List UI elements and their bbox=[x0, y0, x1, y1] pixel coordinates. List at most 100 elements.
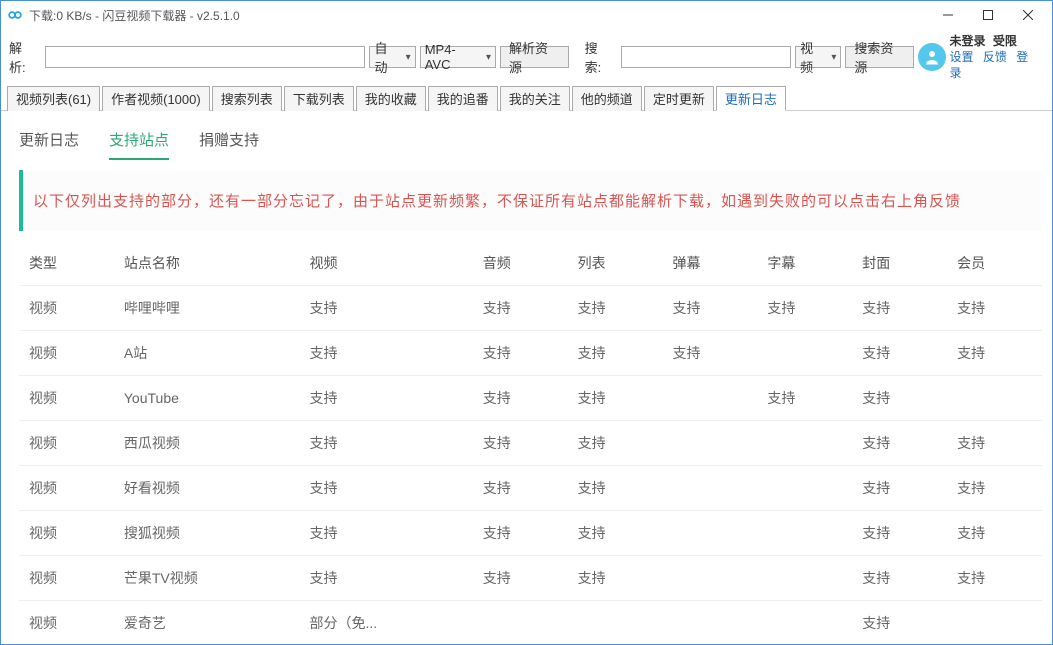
table-cell bbox=[662, 376, 757, 421]
window-title: 下载:0 KB/s - 闪豆视频下载器 - v2.5.1.0 bbox=[29, 7, 928, 24]
sub-tab[interactable]: 更新日志 bbox=[19, 129, 79, 160]
main-tab[interactable]: 更新日志 bbox=[716, 86, 786, 111]
table-cell: 视频 bbox=[19, 331, 114, 376]
main-tab[interactable]: 下载列表 bbox=[284, 86, 354, 111]
main-tabs: 视频列表(61)作者视频(1000)搜索列表下载列表我的收藏我的追番我的关注他的… bbox=[1, 85, 1052, 111]
sub-tabs: 更新日志支持站点捐赠支持 bbox=[19, 125, 1042, 170]
table-cell: 视频 bbox=[19, 556, 114, 601]
main-tab[interactable]: 我的收藏 bbox=[356, 86, 426, 111]
table-cell: 支持 bbox=[568, 466, 663, 511]
app-icon bbox=[7, 7, 23, 23]
feedback-link[interactable]: 反馈 bbox=[983, 50, 1007, 64]
maximize-button[interactable] bbox=[968, 1, 1008, 29]
table-cell: 部分（免... bbox=[299, 601, 472, 645]
table-header: 会员 bbox=[947, 241, 1042, 286]
table-cell bbox=[757, 421, 852, 466]
table-header: 类型 bbox=[19, 241, 114, 286]
main-tab[interactable]: 定时更新 bbox=[644, 86, 714, 111]
parse-input[interactable] bbox=[45, 46, 365, 68]
login-status: 未登录 bbox=[950, 34, 986, 48]
table-cell: 支持 bbox=[947, 556, 1042, 601]
table-header: 音频 bbox=[473, 241, 568, 286]
chevron-down-icon: ▾ bbox=[406, 52, 411, 63]
table-cell: 支持 bbox=[473, 286, 568, 331]
table-cell: 西瓜视频 bbox=[114, 421, 300, 466]
table-cell: 支持 bbox=[473, 376, 568, 421]
sub-tab[interactable]: 支持站点 bbox=[109, 129, 169, 160]
minimize-button[interactable] bbox=[928, 1, 968, 29]
table-cell bbox=[757, 331, 852, 376]
table-cell: 支持 bbox=[852, 601, 947, 645]
sub-tab[interactable]: 捐赠支持 bbox=[199, 129, 259, 160]
table-cell: 视频 bbox=[19, 421, 114, 466]
table-cell bbox=[662, 556, 757, 601]
format-select[interactable]: MP4-AVC ▾ bbox=[420, 46, 496, 68]
table-cell bbox=[568, 601, 663, 645]
table-cell bbox=[757, 466, 852, 511]
content-area: 更新日志支持站点捐赠支持 以下仅列出支持的部分，还有一部分忘记了，由于站点更新频… bbox=[1, 111, 1052, 644]
chevron-down-icon: ▾ bbox=[486, 52, 491, 63]
user-avatar-icon[interactable] bbox=[918, 43, 945, 71]
table-cell bbox=[757, 556, 852, 601]
table-cell: 支持 bbox=[299, 286, 472, 331]
table-cell: 支持 bbox=[568, 376, 663, 421]
table-cell: 视频 bbox=[19, 466, 114, 511]
table-cell: 爱奇艺 bbox=[114, 601, 300, 645]
table-cell: YouTube bbox=[114, 376, 300, 421]
table-cell: 支持 bbox=[757, 286, 852, 331]
search-type-select[interactable]: 视频 ▾ bbox=[795, 46, 841, 68]
table-cell: 支持 bbox=[473, 556, 568, 601]
table-cell: 支持 bbox=[299, 556, 472, 601]
table-cell: 支持 bbox=[473, 511, 568, 556]
table-cell: 支持 bbox=[568, 421, 663, 466]
toolbar: 解 析: 自动 ▾ MP4-AVC ▾ 解析资源 搜 索: 视频 ▾ 搜索资源 … bbox=[1, 29, 1052, 85]
sites-table: 类型站点名称视频音频列表弹幕字幕封面会员 视频哔哩哔哩支持支持支持支持支持支持支… bbox=[19, 241, 1042, 644]
main-tab[interactable]: 他的频道 bbox=[572, 86, 642, 111]
parse-button[interactable]: 解析资源 bbox=[500, 46, 569, 68]
table-cell: 哔哩哔哩 bbox=[114, 286, 300, 331]
table-cell: 支持 bbox=[473, 466, 568, 511]
titlebar: 下载:0 KB/s - 闪豆视频下载器 - v2.5.1.0 bbox=[1, 1, 1052, 29]
table-cell bbox=[473, 601, 568, 645]
table-row: 视频爱奇艺部分（免... 支持 bbox=[19, 601, 1042, 645]
table-header: 站点名称 bbox=[114, 241, 300, 286]
table-cell: 支持 bbox=[473, 421, 568, 466]
main-tab[interactable]: 搜索列表 bbox=[212, 86, 282, 111]
table-row: 视频YouTube支持支持支持支持支持 bbox=[19, 376, 1042, 421]
table-cell: 支持 bbox=[757, 376, 852, 421]
table-header: 字幕 bbox=[757, 241, 852, 286]
table-cell: 视频 bbox=[19, 601, 114, 645]
table-row: 视频搜狐视频支持支持支持支持支持 bbox=[19, 511, 1042, 556]
parse-label: 解 析: bbox=[9, 38, 41, 76]
table-cell: 支持 bbox=[947, 466, 1042, 511]
table-cell bbox=[662, 511, 757, 556]
settings-link[interactable]: 设置 bbox=[950, 50, 974, 64]
table-cell: 支持 bbox=[568, 556, 663, 601]
search-button[interactable]: 搜索资源 bbox=[845, 46, 914, 68]
table-cell: 支持 bbox=[473, 331, 568, 376]
main-tab[interactable]: 我的追番 bbox=[428, 86, 498, 111]
table-cell: 支持 bbox=[852, 511, 947, 556]
table-cell: 支持 bbox=[568, 286, 663, 331]
table-cell: 支持 bbox=[852, 421, 947, 466]
close-button[interactable] bbox=[1008, 1, 1048, 29]
table-cell: 好看视频 bbox=[114, 466, 300, 511]
table-cell bbox=[662, 421, 757, 466]
table-cell: 支持 bbox=[947, 286, 1042, 331]
table-cell: 芒果TV视频 bbox=[114, 556, 300, 601]
table-cell bbox=[757, 511, 852, 556]
table-cell: 支持 bbox=[852, 466, 947, 511]
main-tab[interactable]: 视频列表(61) bbox=[7, 86, 100, 111]
table-row: 视频西瓜视频支持支持支持支持支持 bbox=[19, 421, 1042, 466]
table-header: 列表 bbox=[568, 241, 663, 286]
main-tab[interactable]: 作者视频(1000) bbox=[102, 86, 210, 111]
table-cell: 视频 bbox=[19, 376, 114, 421]
auto-select[interactable]: 自动 ▾ bbox=[369, 46, 415, 68]
table-cell: 支持 bbox=[568, 511, 663, 556]
search-input[interactable] bbox=[621, 46, 791, 68]
main-tab[interactable]: 我的关注 bbox=[500, 86, 570, 111]
table-cell: 视频 bbox=[19, 511, 114, 556]
table-cell: 支持 bbox=[947, 421, 1042, 466]
table-cell: 支持 bbox=[299, 421, 472, 466]
table-cell bbox=[662, 601, 757, 645]
